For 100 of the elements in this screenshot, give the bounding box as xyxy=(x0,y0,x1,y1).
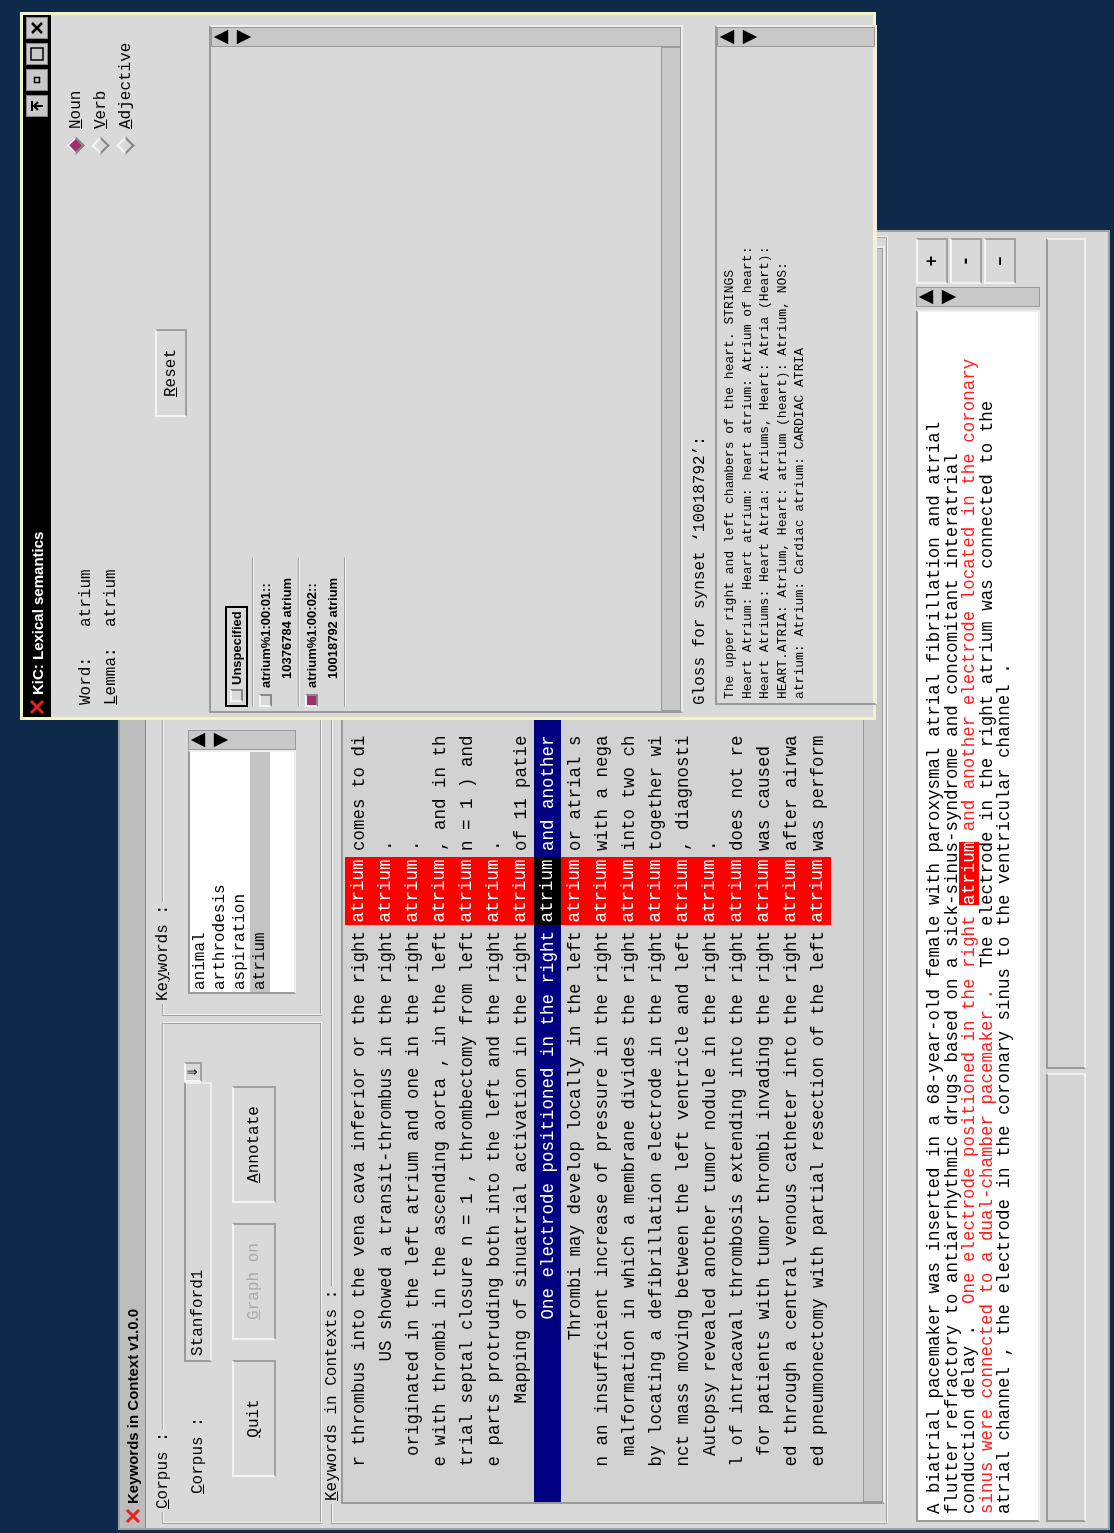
context-text: , and in th xyxy=(429,735,450,853)
keyword-cell: atrium xyxy=(696,857,723,925)
close-icon[interactable] xyxy=(29,699,45,715)
context-text: with a nega xyxy=(591,735,612,853)
keyword-cell: atrium xyxy=(561,857,588,925)
context-text: nct mass moving between the left ventricle and left xyxy=(672,930,693,1469)
list-item[interactable]: arthrodesis xyxy=(210,754,230,990)
context-text: l of intracaval thrombosis extending into the right xyxy=(726,930,747,1469)
context-text: Autopsy revealed another tumor nodule in the right xyxy=(699,930,720,1459)
context-text: comes to di xyxy=(348,735,369,853)
field-label: Lemma: xyxy=(101,646,120,705)
word-value: atrium xyxy=(76,569,95,627)
context-text: originated in the left atrium and one in the right xyxy=(402,930,423,1459)
list-item[interactable]: aspiration xyxy=(230,754,250,990)
context-text: ed pneumonectomy with partial resection of the left xyxy=(807,930,828,1469)
context-text: . xyxy=(402,840,423,853)
keyword-cell: atrium xyxy=(372,857,399,925)
list-item[interactable]: atrium xyxy=(250,754,270,990)
reset-button[interactable]: Reset xyxy=(155,329,187,417)
scrollbar[interactable] xyxy=(916,287,1040,307)
pin-button[interactable] xyxy=(26,95,48,117)
field-label: Corpus : xyxy=(189,1416,207,1496)
context-text: , diagnosti xyxy=(672,735,693,853)
keyword-cell: atrium xyxy=(399,857,426,925)
context-text: . xyxy=(699,840,720,853)
gloss-label: Gloss for synset ‘10018792’: xyxy=(690,435,710,707)
checkbox-label[interactable]: atrium%1:00:01:: xyxy=(258,583,273,688)
scrollbar[interactable] xyxy=(188,730,296,750)
concordance-row[interactable]: Mapping of sinuatrial activation in the right atrium of 11 patie xyxy=(507,248,534,1502)
context-text: trial septal closure n = 1 , thrombectomy from left xyxy=(456,930,477,1469)
push-button[interactable]: Quit xyxy=(232,1360,276,1477)
keyword-cell: atrium xyxy=(453,857,480,925)
dropdown-button[interactable]: ⇓ xyxy=(184,1062,202,1082)
radio-label[interactable]: Noun xyxy=(66,90,85,129)
keyword-cell: atrium xyxy=(588,857,615,925)
context-text: Thrombi may develop locally in the left xyxy=(564,930,585,1343)
push-button[interactable]: Annotate xyxy=(232,1086,276,1203)
context-text: of 11 patie xyxy=(510,735,531,853)
checkbox-label[interactable]: atrium%1:00:02:: xyxy=(304,583,319,688)
context-text: was caused xyxy=(753,745,774,853)
concordance-row[interactable]: e with thrombi in the ascending aorta , in the left atrium , and in th xyxy=(426,248,453,1502)
zoom-button[interactable]: – xyxy=(984,238,1016,284)
concordance-row[interactable]: r thrombus into the vena cava inferior or the right atrium comes to di xyxy=(345,248,372,1502)
concordance-row[interactable]: by locating a defibrillation electrode in the right atrium together wi xyxy=(642,248,669,1502)
context-text: n = 1 ) and xyxy=(456,735,477,853)
context-text: after airwa xyxy=(780,735,801,853)
close-icon xyxy=(29,20,45,36)
group-label: Keywords : xyxy=(154,903,172,1003)
checkbox[interactable] xyxy=(259,694,272,707)
concordance-row[interactable]: originated in the left atrium and one in the right atrium . xyxy=(399,248,426,1502)
document-text: A biatrial pacemaker was inserted in a 68-year-old female with paroxysmal atrial fibrillation and atrial flutter refractory to antiarrhythmic drugs based on a sick-sinus-syndrome and concomitant interatrial conduction delay . One electrode positioned in the right atrium and another electrode located in the coronary sinus were connected to a dual-chamber pacemaker . The electrode in the right atrium was connected to the atrial channel , the electrode in the coronary sinus to the ventricular channel . xyxy=(916,310,1040,1522)
context-text: e parts protruding both into the left and the right xyxy=(483,930,504,1469)
sense-detail: 10376784 atrium xyxy=(279,576,294,681)
minimize-button[interactable] xyxy=(26,69,48,91)
scrollbar[interactable] xyxy=(717,27,875,47)
zoom-button[interactable]: + xyxy=(916,238,948,284)
close-button[interactable] xyxy=(26,17,48,39)
keyword-cell: atrium xyxy=(750,857,777,925)
context-text: into two ch xyxy=(618,735,639,853)
context-text: and another xyxy=(537,735,558,853)
context-text: e with thrombi in the ascending aorta , in the left xyxy=(429,930,450,1469)
keyword-cell: atrium xyxy=(507,857,534,925)
checkbox[interactable] xyxy=(305,694,318,707)
keyword-cell: atrium xyxy=(723,857,750,925)
context-text: or atrial s xyxy=(564,735,585,853)
window-title: Keywords in Context v1.0.0 xyxy=(124,1308,141,1504)
corpus-field[interactable]: Stanford1 xyxy=(184,1082,212,1362)
context-text: by locating a defibrillation electrode in the right xyxy=(645,930,666,1469)
checkbox[interactable] xyxy=(230,689,243,702)
concordance-row[interactable]: e parts protruding both into the left and the right atrium . xyxy=(480,248,507,1502)
maximize-icon xyxy=(29,46,45,62)
concordance-row[interactable]: n an insufficient increase of pressure in the right atrium with a nega xyxy=(588,248,615,1502)
context-text: ed through a central venous catheter into the right xyxy=(780,930,801,1469)
concordance-row[interactable]: trial septal closure n = 1 , thrombectomy from left atrium n = 1 ) and xyxy=(453,248,480,1502)
concordance-row[interactable]: US showed a transit-thrombus in the right atrium . xyxy=(372,248,399,1502)
context-text: . xyxy=(375,840,396,853)
lemma-value: atrium xyxy=(101,569,120,627)
scrollbar[interactable] xyxy=(661,47,681,711)
context-text: malformation in which a membrane divides the right xyxy=(618,930,639,1459)
scrollbar[interactable] xyxy=(211,27,681,47)
keyword-cell: atrium xyxy=(534,857,561,925)
keyword-cell: atrium xyxy=(480,857,507,925)
keyword-cell: atrium xyxy=(804,857,831,925)
concordance-row[interactable]: Thrombi may develop locally in the left atrium or atrial s xyxy=(561,248,588,1502)
context-text: n an insufficient increase of pressure in the right xyxy=(591,930,612,1469)
group-label: Corpus : xyxy=(154,1431,172,1511)
maximize-button[interactable] xyxy=(26,43,48,65)
context-text: . xyxy=(483,840,504,853)
keyword-cell: atrium xyxy=(426,857,453,925)
radio-label[interactable]: Verb xyxy=(91,90,110,129)
context-text: r thrombus into the vena cava inferior or the right xyxy=(348,930,369,1469)
radio-label[interactable]: Adjective xyxy=(116,42,135,129)
context-text: together wi xyxy=(645,735,666,853)
keyword-cell: atrium xyxy=(642,857,669,925)
context-text: was perform xyxy=(807,735,828,853)
context-text: US showed a transit-thrombus in the right xyxy=(375,930,396,1364)
keyword-cell: atrium xyxy=(777,857,804,925)
concordance-row[interactable]: malformation in which a membrane divides the right atrium into two ch xyxy=(615,248,642,1502)
list-item[interactable]: animal xyxy=(190,754,210,990)
zoom-button[interactable]: - xyxy=(950,238,982,284)
